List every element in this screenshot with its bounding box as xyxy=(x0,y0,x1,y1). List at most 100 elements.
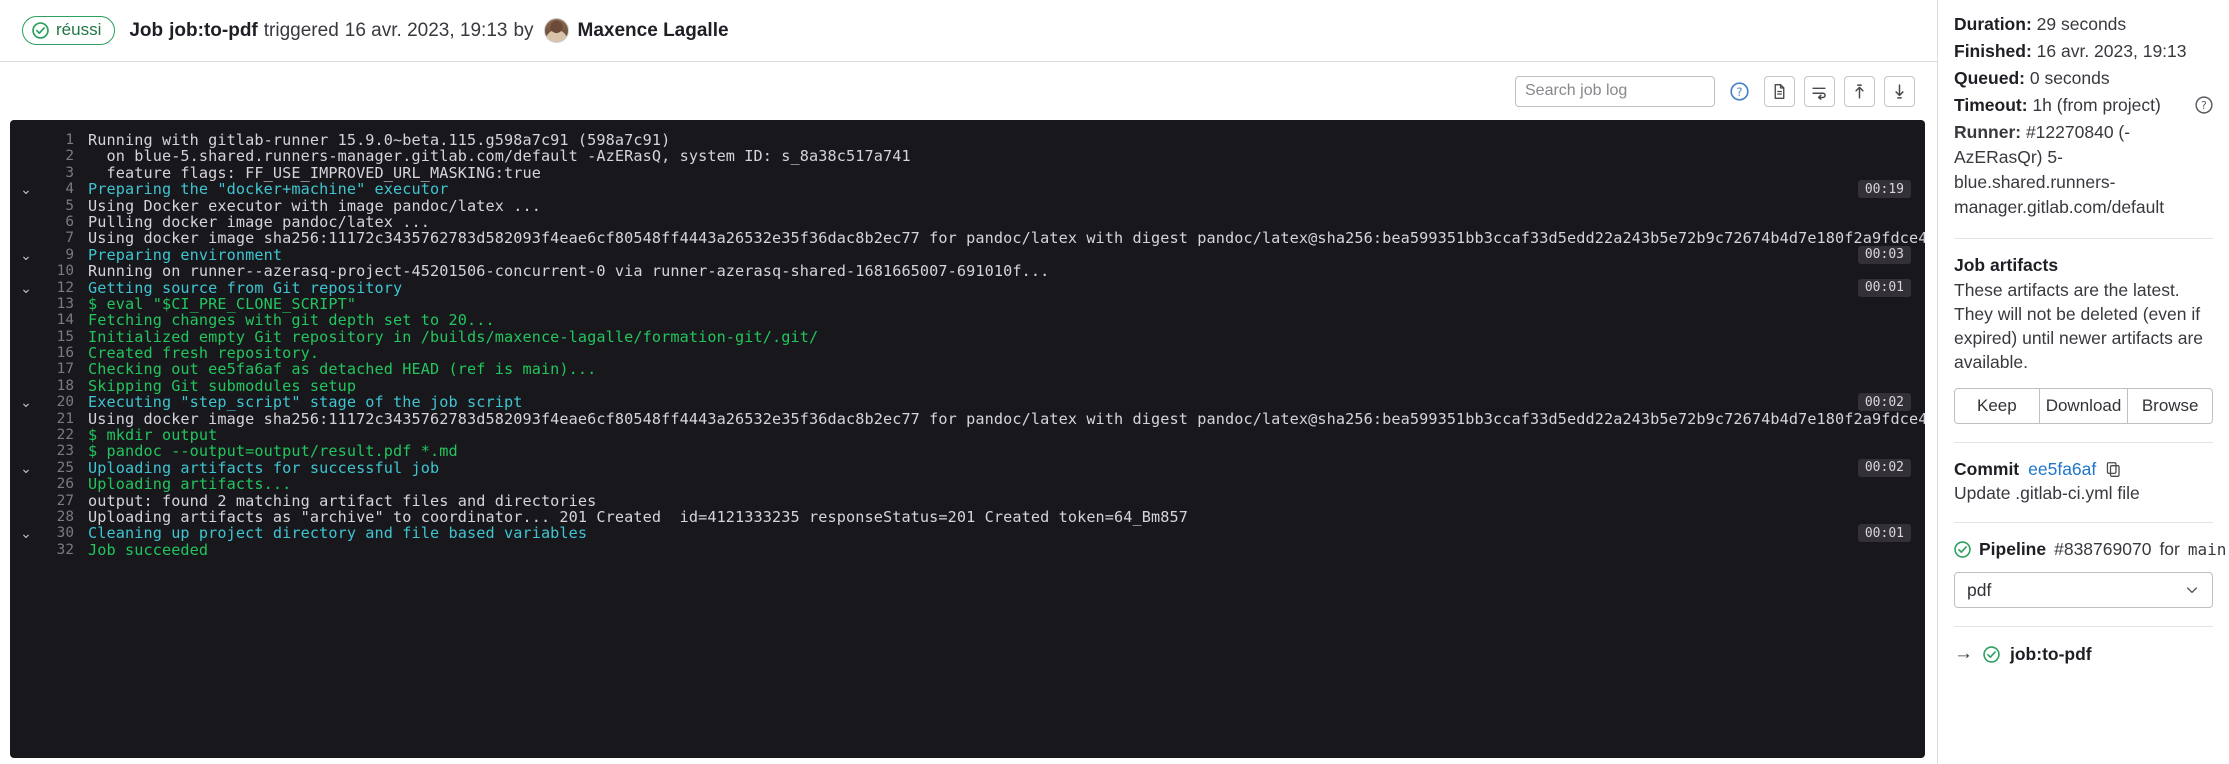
section-collapse-chevron-icon[interactable]: ⌄ xyxy=(10,181,42,197)
log-line: 27 output: found 2 matching artifact file… xyxy=(10,492,1925,509)
log-line-number[interactable]: 12 xyxy=(42,280,74,296)
status-badge-label: réussi xyxy=(56,20,102,40)
log-line: 5 Using Docker executor with image pandoc… xyxy=(10,197,1925,214)
keep-button[interactable]: Keep xyxy=(1954,388,2040,424)
job-trigger-line: Job job:to-pdf triggered 16 avr. 2023, 19:1… xyxy=(129,18,729,43)
log-line-number[interactable]: 20 xyxy=(42,394,74,410)
log-line-number[interactable]: 28 xyxy=(42,509,74,525)
log-line: ⌄ 25 Uploading artifacts for successful jo… xyxy=(10,458,1925,477)
triggered-timestamp: 16 avr. 2023, 19:13 xyxy=(344,19,508,41)
divider xyxy=(1954,626,2213,627)
log-line-number[interactable]: 21 xyxy=(42,411,74,427)
question-circle-icon[interactable]: ? xyxy=(2195,96,2213,114)
log-line: 16 Created fresh repository. xyxy=(10,345,1925,362)
log-line-number[interactable]: 10 xyxy=(42,263,74,279)
show-raw-log-button[interactable] xyxy=(1764,75,1795,107)
question-circle-icon: ? xyxy=(1730,81,1749,101)
section-collapse-chevron-icon[interactable]: ⌄ xyxy=(10,247,42,263)
commit-row: Commit ee5fa6af xyxy=(1954,459,2213,480)
runner-row: Runner: #12270840 (-AzERasQr) 5-blue.sha… xyxy=(1954,120,2213,220)
search-job-log[interactable] xyxy=(1515,75,1715,107)
log-line-number[interactable]: 13 xyxy=(42,296,74,312)
status-badge[interactable]: réussi xyxy=(22,16,116,45)
log-line-number[interactable]: 30 xyxy=(42,525,74,541)
section-duration-badge: 00:01 xyxy=(1857,278,1911,297)
log-line: ⌄ 12 Getting source from Git repository 00:… xyxy=(10,278,1925,297)
log-line-text: Preparing environment xyxy=(88,245,283,264)
log-line: 13 $ eval "$CI_PRE_CLONE_SCRIPT" xyxy=(10,295,1925,312)
pipeline-id: #838769070 xyxy=(2054,539,2152,559)
log-line-number[interactable]: 22 xyxy=(42,427,74,443)
log-line-text: $ pandoc --output=output/result.pdf *.md xyxy=(88,442,458,461)
log-line-text: Job succeeded xyxy=(88,540,209,559)
status-success-icon xyxy=(1983,645,2000,663)
log-line: 15 Initialized empty Git repository in /b… xyxy=(10,327,1925,346)
log-line-number[interactable]: 26 xyxy=(42,476,74,492)
log-line-number[interactable]: 5 xyxy=(42,198,74,214)
section-collapse-chevron-icon[interactable]: ⌄ xyxy=(10,525,42,541)
browse-button[interactable]: Browse xyxy=(2128,388,2214,424)
log-toolbar: ? xyxy=(0,62,1937,120)
commit-message: Update .gitlab-ci.yml file xyxy=(1954,483,2140,503)
timeout-label: Timeout: xyxy=(1954,95,2028,115)
log-line: 32 Job succeeded xyxy=(10,540,1925,559)
job-log[interactable]: 1 Running with gitlab-runner 15.9.0~beta.… xyxy=(10,120,1925,758)
log-line: ⌄ 9 Preparing environment 00:03 xyxy=(10,245,1925,264)
log-line-number[interactable]: 7 xyxy=(42,230,74,246)
scroll-to-top-button[interactable] xyxy=(1844,75,1875,107)
log-line-text: Initialized empty Git repository in /bui… xyxy=(88,327,819,346)
log-line-number[interactable]: 17 xyxy=(42,361,74,377)
log-line-number[interactable]: 6 xyxy=(42,214,74,230)
duration-value: 29 seconds xyxy=(2036,14,2127,34)
section-collapse-chevron-icon[interactable]: ⌄ xyxy=(10,280,42,296)
scroll-to-top-icon xyxy=(1851,83,1868,100)
log-line-text: feature flags: FF_USE_IMPROVED_URL_MASKI… xyxy=(88,163,541,182)
sidebar-job-item[interactable]: → job:to-pdf xyxy=(1954,643,2213,665)
job-name: job:to-pdf xyxy=(169,19,258,41)
log-line-text: Pulling docker image pandoc/latex ... xyxy=(88,212,431,231)
log-line-number[interactable]: 18 xyxy=(42,378,74,394)
finished-row: Finished: 16 avr. 2023, 19:13 xyxy=(1954,39,2213,64)
divider xyxy=(1954,238,2213,239)
triggering-user-name[interactable]: Maxence Lagalle xyxy=(578,20,729,42)
log-line-text: Preparing the "docker+machine" executor xyxy=(88,180,449,199)
log-line-number[interactable]: 23 xyxy=(42,443,74,459)
log-line-number[interactable]: 3 xyxy=(42,165,74,181)
job-main-area: réussi Job job:to-pdf triggered 16 avr. 202… xyxy=(0,0,1937,764)
log-line: 21 Using docker image sha256:11172c343576… xyxy=(10,409,1925,428)
log-line-number[interactable]: 14 xyxy=(42,312,74,328)
section-collapse-chevron-icon[interactable]: ⌄ xyxy=(10,394,42,410)
copy-to-clipboard-icon[interactable] xyxy=(2105,461,2122,478)
job-sidebar: Duration: 29 seconds Finished: 16 avr. 2… xyxy=(1937,0,2229,764)
soft-wrap-button[interactable] xyxy=(1804,75,1835,107)
log-line-number[interactable]: 4 xyxy=(42,181,74,197)
log-line-number[interactable]: 2 xyxy=(42,148,74,164)
log-line-number[interactable]: 9 xyxy=(42,247,74,263)
log-line-number[interactable]: 16 xyxy=(42,345,74,361)
log-line-number[interactable]: 15 xyxy=(42,329,74,345)
section-duration-badge: 00:01 xyxy=(1857,524,1911,543)
stage-select[interactable]: pdf xyxy=(1954,572,2213,608)
commit-sha-link[interactable]: ee5fa6af xyxy=(2028,459,2096,480)
search-input[interactable] xyxy=(1516,76,1714,106)
section-duration-badge: 00:03 xyxy=(1857,245,1911,264)
log-line-number[interactable]: 27 xyxy=(42,493,74,509)
log-line-text: $ mkdir output xyxy=(88,426,218,445)
log-line-text: Using docker image sha256:11172c34357627… xyxy=(88,409,1925,428)
timeout-value: 1h (from project) xyxy=(2032,95,2161,115)
queued-row: Queued: 0 seconds xyxy=(1954,66,2213,91)
section-collapse-chevron-icon[interactable]: ⌄ xyxy=(10,460,42,476)
status-success-icon xyxy=(1954,541,1971,558)
arrow-right-icon: → xyxy=(1954,643,1973,664)
download-button[interactable]: Download xyxy=(2039,388,2129,424)
log-line-number[interactable]: 25 xyxy=(42,460,74,476)
help-button[interactable]: ? xyxy=(1724,75,1755,107)
log-line-number[interactable]: 1 xyxy=(42,132,74,148)
log-line-text: Uploading artifacts for successful job xyxy=(88,458,440,477)
job-header-bar: réussi Job job:to-pdf triggered 16 avr. 202… xyxy=(0,0,1937,62)
section-duration-badge: 00:19 xyxy=(1857,180,1911,199)
sidebar-job-label: job:to-pdf xyxy=(2010,643,2092,664)
scroll-to-bottom-button[interactable] xyxy=(1884,75,1915,107)
avatar[interactable] xyxy=(543,18,569,43)
log-line-number[interactable]: 32 xyxy=(42,542,74,558)
